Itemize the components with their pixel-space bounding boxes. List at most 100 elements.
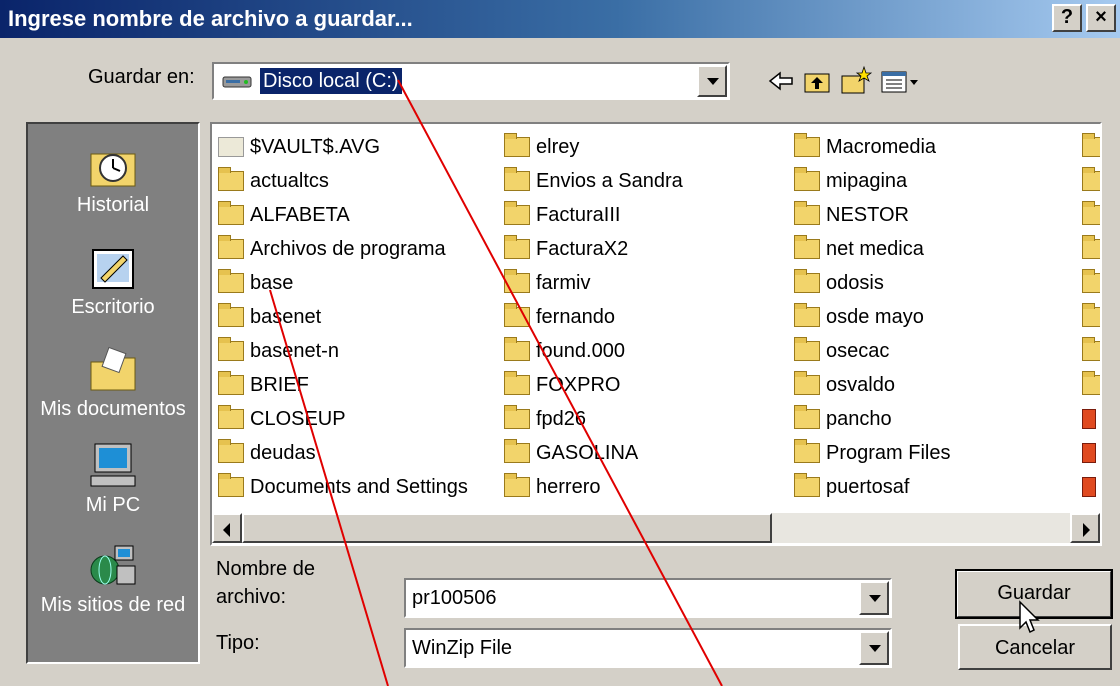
list-item[interactable] xyxy=(1082,470,1100,504)
item-label: BRIEF xyxy=(250,373,309,396)
place-mi-pc[interactable]: Mi PC xyxy=(28,442,198,517)
save-in-value: Disco local (C:) xyxy=(260,68,402,94)
item-label: Documents and Settings xyxy=(250,475,468,498)
list-item[interactable] xyxy=(1082,198,1100,232)
item-label: FacturaIII xyxy=(536,203,621,226)
place-label: Mi PC xyxy=(85,494,141,516)
list-item[interactable]: actualtcs xyxy=(218,164,468,198)
list-item[interactable] xyxy=(1082,232,1100,266)
scrollbar-thumb[interactable] xyxy=(242,513,772,543)
up-folder-icon[interactable] xyxy=(800,64,834,98)
list-item[interactable] xyxy=(1082,300,1100,334)
folder-icon xyxy=(218,269,244,293)
folder-icon xyxy=(1082,167,1100,191)
item-label: osde mayo xyxy=(826,305,924,328)
list-item[interactable]: fernando xyxy=(504,300,683,334)
list-item[interactable]: herrero xyxy=(504,470,683,504)
list-item[interactable] xyxy=(1082,436,1100,470)
dialog-title: Ingrese nombre de archivo a guardar... xyxy=(8,6,413,31)
list-item[interactable] xyxy=(1082,368,1100,402)
place-escritorio[interactable]: Escritorio xyxy=(28,244,198,319)
place-historial[interactable]: Historial xyxy=(28,142,198,217)
list-item[interactable]: basenet-n xyxy=(218,334,468,368)
back-arrow-icon[interactable] xyxy=(764,64,798,98)
list-item[interactable] xyxy=(1082,266,1100,300)
folder-icon xyxy=(218,337,244,361)
help-button[interactable]: ? xyxy=(1052,4,1082,32)
place-mis-sitios-de-red[interactable]: Mis sitios de red xyxy=(28,542,198,617)
view-menu-icon[interactable] xyxy=(878,64,924,98)
filetype-dropdown-button[interactable] xyxy=(859,631,889,665)
zip-file-icon xyxy=(1082,443,1096,463)
file-column-4-partial xyxy=(1082,130,1100,504)
item-label: GASOLINA xyxy=(536,441,639,464)
filename-label-line1: Nombre de xyxy=(216,558,315,580)
list-item[interactable]: found.000 xyxy=(504,334,683,368)
list-item[interactable]: FOXPRO xyxy=(504,368,683,402)
list-item[interactable]: deudas xyxy=(218,436,468,470)
list-item[interactable]: osvaldo xyxy=(794,368,950,402)
list-item[interactable]: CLOSEUP xyxy=(218,402,468,436)
list-item[interactable]: GASOLINA xyxy=(504,436,683,470)
folder-icon xyxy=(794,269,820,293)
title-bar[interactable]: Ingrese nombre de archivo a guardar... ?… xyxy=(0,0,1120,38)
list-item[interactable]: Macromedia xyxy=(794,130,950,164)
file-list[interactable]: $VAULT$.AVG actualtcs ALFABETA Archivos … xyxy=(210,122,1102,546)
folder-icon xyxy=(504,133,530,157)
list-item[interactable]: ALFABETA xyxy=(218,198,468,232)
folder-icon xyxy=(218,167,244,191)
save-in-dropdown-button[interactable] xyxy=(697,65,727,97)
list-item[interactable]: NESTOR xyxy=(794,198,950,232)
list-item[interactable]: Archivos de programa xyxy=(218,232,468,266)
list-item[interactable]: fpd26 xyxy=(504,402,683,436)
folder-icon xyxy=(504,473,530,497)
filename-dropdown-button[interactable] xyxy=(859,581,889,615)
list-item[interactable]: Program Files xyxy=(794,436,950,470)
place-mis-documentos[interactable]: Mis documentos xyxy=(28,346,198,421)
list-item[interactable]: net medica xyxy=(794,232,950,266)
save-in-label: Guardar en: xyxy=(88,66,195,88)
horizontal-scrollbar[interactable] xyxy=(212,513,1100,543)
list-item[interactable]: FacturaIII xyxy=(504,198,683,232)
scroll-right-button[interactable] xyxy=(1070,513,1100,543)
list-item[interactable]: odosis xyxy=(794,266,950,300)
list-item[interactable]: pancho xyxy=(794,402,950,436)
item-label: Archivos de programa xyxy=(250,237,446,260)
new-folder-icon[interactable] xyxy=(838,64,873,98)
list-item[interactable] xyxy=(1082,402,1100,436)
folder-icon xyxy=(504,439,530,463)
item-label: basenet-n xyxy=(250,339,339,362)
place-label: Historial xyxy=(76,194,150,216)
list-item[interactable]: FacturaX2 xyxy=(504,232,683,266)
list-item[interactable] xyxy=(1082,130,1100,164)
list-item[interactable]: BRIEF xyxy=(218,368,468,402)
list-item[interactable]: elrey xyxy=(504,130,683,164)
list-item[interactable]: puertosaf xyxy=(794,470,950,504)
list-item[interactable] xyxy=(1082,164,1100,198)
list-item[interactable] xyxy=(1082,334,1100,368)
item-label: FacturaX2 xyxy=(536,237,629,260)
list-item[interactable]: $VAULT$.AVG xyxy=(218,130,468,164)
item-label: ALFABETA xyxy=(250,203,350,226)
network-places-icon xyxy=(87,542,139,590)
list-item[interactable]: mipagina xyxy=(794,164,950,198)
list-item[interactable]: osde mayo xyxy=(794,300,950,334)
item-label: osecac xyxy=(826,339,890,362)
list-item[interactable]: osecac xyxy=(794,334,950,368)
list-item[interactable]: farmiv xyxy=(504,266,683,300)
scroll-left-button[interactable] xyxy=(212,513,242,543)
item-label: fpd26 xyxy=(536,407,587,430)
folder-icon xyxy=(218,235,244,259)
folder-icon xyxy=(794,337,820,361)
filetype-select[interactable]: WinZip File xyxy=(404,628,892,668)
list-item[interactable]: basenet xyxy=(218,300,468,334)
list-item[interactable]: base xyxy=(218,266,468,300)
item-label: osvaldo xyxy=(826,373,895,396)
folder-icon xyxy=(1082,235,1100,259)
close-button[interactable]: × xyxy=(1086,4,1116,32)
list-item[interactable]: Documents and Settings xyxy=(218,470,468,504)
save-in-dropdown[interactable]: Disco local (C:) xyxy=(212,62,730,100)
folder-icon xyxy=(1082,303,1100,327)
list-item[interactable]: Envios a Sandra xyxy=(504,164,683,198)
filename-input[interactable]: pr100506 xyxy=(404,578,892,618)
